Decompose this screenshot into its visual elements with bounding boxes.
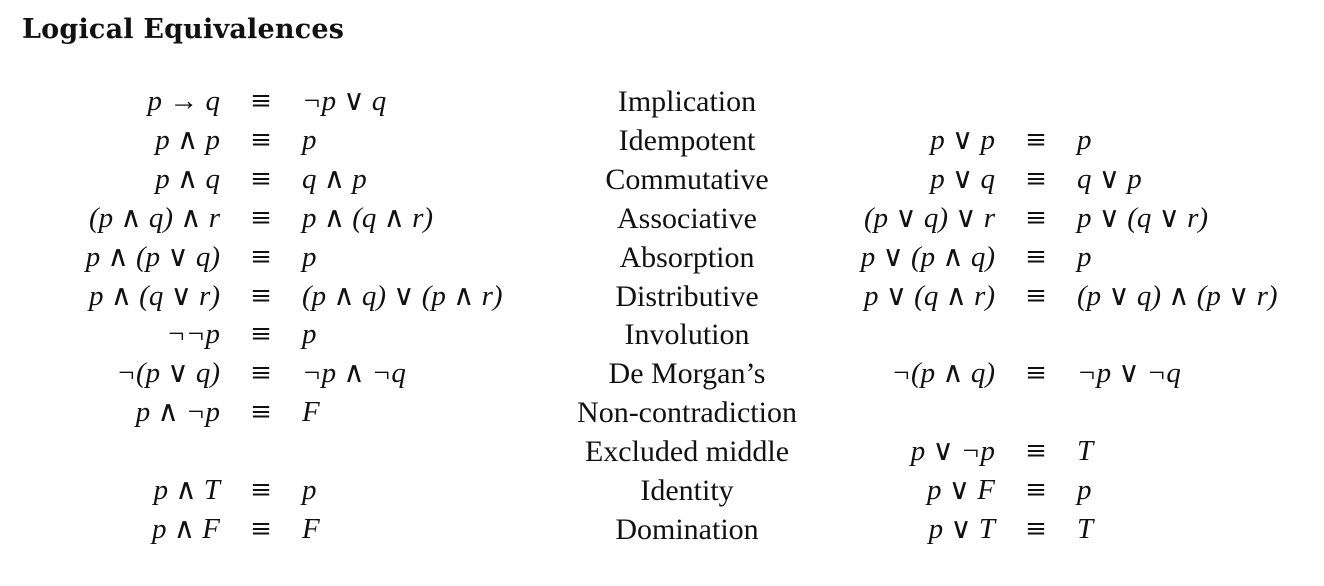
right-rhs-expression: T (1077, 435, 1094, 468)
left-lhs-expression: p ∧ (p ∨ q) (85, 240, 220, 273)
right-lhs-expression: p ∨ ¬p (910, 435, 995, 468)
left-equiv-symbol: ≡ (250, 163, 272, 194)
equivalence-row: p ∧ F ≡ F Domination p ∨ T ≡ T (0, 510, 1324, 549)
left-lhs-expression: p ∧ (q ∨ r) (88, 279, 220, 312)
left-equiv-symbol: ≡ (250, 397, 272, 428)
right-equiv-symbol: ≡ (1025, 163, 1047, 194)
right-equiv-symbol (1020, 393, 1052, 432)
equivalence-row: ¬¬p ≡ p Involution (0, 315, 1324, 354)
right-rhs-expression: ¬p ∨ ¬q (1077, 357, 1181, 390)
right-rhs-expression: T (1077, 512, 1094, 545)
right-equiv-symbol: ≡ (1025, 358, 1047, 389)
left-rhs-expression: F (302, 512, 320, 545)
right-rhs-expression: p (1077, 123, 1092, 156)
equivalence-row: p ∧ (q ∨ r) ≡ (p ∧ q) ∨ (p ∧ r) Distribu… (0, 277, 1324, 316)
right-lhs-expression: p ∨ T (928, 512, 995, 545)
law-name: Associative (617, 201, 757, 235)
right-equiv-symbol: ≡ (1025, 202, 1047, 233)
right-lhs-expression: p ∨ q (930, 162, 995, 195)
equivalence-row: p ∧ p ≡ p Idempotent p ∨ p ≡ p (0, 121, 1324, 160)
right-rhs-expression: (p ∨ q) ∧ (p ∨ r) (1077, 279, 1278, 312)
left-rhs-expression: (p ∧ q) ∨ (p ∧ r) (302, 279, 503, 312)
left-lhs-expression: p ∧ p (155, 123, 220, 156)
left-rhs-expression: p (302, 240, 317, 273)
page-title: Logical Equivalences (22, 14, 345, 45)
left-rhs-expression: q ∧ p (302, 162, 367, 195)
right-lhs-expression: (p ∨ q) ∨ r (863, 201, 995, 234)
left-lhs-expression: (p ∧ q) ∧ r (88, 201, 220, 234)
left-lhs-expression: ¬¬p (166, 318, 220, 351)
left-equiv-symbol: ≡ (250, 202, 272, 233)
left-lhs-expression: p ∧ T (153, 474, 220, 506)
right-equiv-symbol: ≡ (1025, 475, 1047, 505)
law-name: Identity (640, 474, 734, 507)
right-equiv-symbol: ≡ (1025, 436, 1047, 467)
equivalence-row: p ∧ q ≡ q ∧ p Commutative p ∨ q ≡ q ∨ p (0, 160, 1324, 199)
left-equiv-symbol: ≡ (250, 280, 272, 311)
right-equiv-symbol: ≡ (1025, 513, 1047, 544)
law-name: Non-contradiction (577, 396, 797, 430)
law-name: Distributive (615, 279, 759, 313)
law-name: Absorption (619, 240, 755, 274)
law-name: Implication (617, 85, 757, 118)
left-rhs-expression: F (302, 396, 320, 429)
right-equiv-symbol: ≡ (1025, 124, 1047, 155)
right-equiv-symbol (1020, 315, 1052, 354)
right-rhs-expression: p (1077, 240, 1092, 273)
right-lhs-expression: p ∨ p (930, 123, 995, 156)
left-rhs-expression: ¬p ∧ ¬q (302, 357, 406, 390)
equivalence-row: p ∧ ¬p ≡ F Non-contradiction (0, 393, 1324, 432)
left-lhs-expression: p ∧ q (155, 162, 220, 195)
right-lhs-expression: p ∨ (p ∧ q) (860, 240, 995, 273)
left-rhs-expression: ¬p ∨ q (302, 85, 387, 117)
left-rhs-expression: p (302, 318, 317, 351)
left-lhs-expression: p ∧ F (152, 512, 220, 545)
right-lhs-expression: p ∨ (q ∧ r) (863, 279, 995, 312)
equivalence-row: p ∧ T ≡ p Identity p ∨ F ≡ p (0, 471, 1324, 510)
right-rhs-expression: p ∨ (q ∨ r) (1077, 201, 1209, 234)
left-rhs-expression: p (302, 474, 317, 506)
law-name: Idempotent (618, 123, 756, 157)
left-equiv-symbol: ≡ (250, 124, 272, 155)
equivalence-row: p ∧ (p ∨ q) ≡ p Absorption p ∨ (p ∧ q) ≡… (0, 238, 1324, 277)
right-equiv-symbol (1020, 82, 1052, 121)
law-name: Excluded middle (584, 435, 790, 469)
right-rhs-expression: q ∨ p (1077, 162, 1142, 195)
right-lhs-expression: ¬(p ∧ q) (891, 357, 995, 390)
law-name: Involution (624, 318, 750, 352)
law-name: Domination (615, 512, 759, 546)
equivalence-row: ¬(p ∨ q) ≡ ¬p ∧ ¬q De Morgan’s ¬(p ∧ q) … (0, 354, 1324, 393)
left-rhs-expression: p (302, 123, 317, 156)
law-name: De Morgan’s (608, 357, 766, 391)
law-name: Commutative (605, 162, 769, 196)
right-equiv-symbol: ≡ (1025, 241, 1047, 272)
left-equiv-symbol (245, 432, 277, 471)
left-lhs-expression: ¬(p ∨ q) (116, 357, 220, 390)
right-lhs-expression: p ∨ F (927, 474, 995, 506)
equivalence-row: p → q ≡ ¬p ∨ q Implication (0, 82, 1324, 121)
left-equiv-symbol: ≡ (250, 358, 272, 389)
left-equiv-symbol: ≡ (250, 86, 272, 116)
left-equiv-symbol: ≡ (250, 319, 272, 350)
left-lhs-expression: p → q (147, 85, 221, 117)
right-equiv-symbol: ≡ (1025, 280, 1047, 311)
right-rhs-expression: p (1077, 474, 1092, 506)
left-lhs-expression: p ∧ ¬p (135, 396, 220, 429)
left-equiv-symbol: ≡ (250, 241, 272, 272)
left-rhs-expression: p ∧ (q ∧ r) (302, 201, 434, 234)
equivalence-row: Excluded middle p ∨ ¬p ≡ T (0, 432, 1324, 471)
left-equiv-symbol: ≡ (250, 475, 272, 505)
left-equiv-symbol: ≡ (250, 513, 272, 544)
equivalence-row: (p ∧ q) ∧ r ≡ p ∧ (q ∧ r) Associative (p… (0, 199, 1324, 238)
